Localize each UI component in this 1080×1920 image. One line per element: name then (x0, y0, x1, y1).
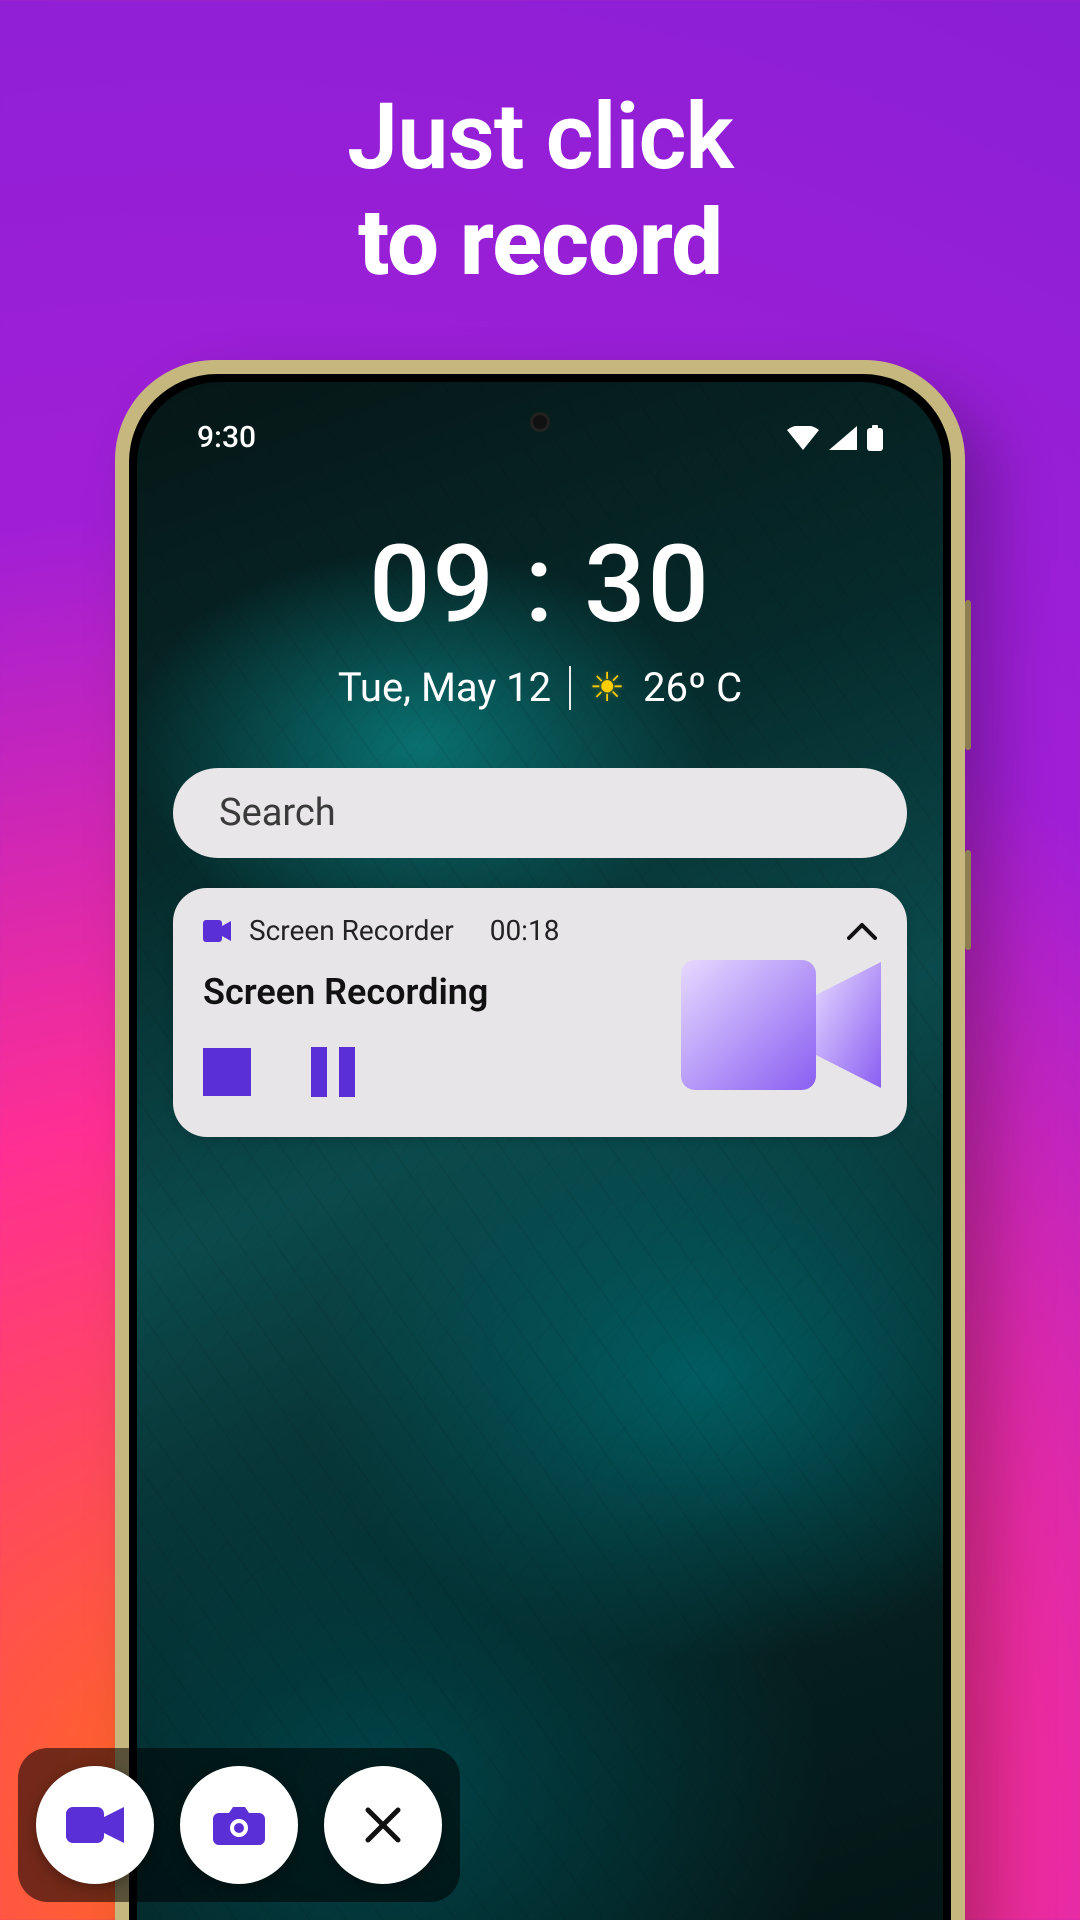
wifi-icon (787, 426, 819, 450)
promo-headline-line2: to record (0, 191, 1080, 297)
video-camera-icon (203, 920, 231, 942)
lockscreen-time: 09 : 30 (137, 522, 943, 648)
notification-app-name: Screen Recorder (249, 914, 454, 947)
screenshot-button[interactable] (180, 1766, 298, 1884)
notification-header: Screen Recorder 00:18 (203, 914, 877, 947)
phone-frame: 9:30 09 : 30 Tue, May 12 ☀ 26º C Search (115, 360, 965, 1920)
chevron-up-icon[interactable] (847, 922, 877, 940)
lockscreen-dateline: Tue, May 12 ☀ 26º C (137, 664, 943, 711)
signal-icon (829, 426, 857, 450)
pause-button[interactable] (311, 1047, 355, 1097)
camera-notch (530, 412, 550, 432)
stop-button[interactable] (203, 1048, 251, 1096)
battery-icon (867, 425, 883, 451)
search-bar[interactable]: Search (173, 768, 907, 858)
promo-headline-line1: Just click (0, 85, 1080, 191)
lockscreen-clock-block: 09 : 30 Tue, May 12 ☀ 26º C (137, 522, 943, 711)
record-video-button[interactable] (36, 1766, 154, 1884)
statusbar-time: 9:30 (197, 420, 256, 455)
phone-screen: 9:30 09 : 30 Tue, May 12 ☀ 26º C Search (137, 382, 943, 1920)
lockscreen-temperature: 26º C (643, 664, 742, 711)
statusbar-icons (787, 425, 883, 451)
promo-headline: Just click to record (0, 0, 1080, 297)
phone-side-button (965, 850, 971, 950)
floating-action-bar[interactable] (18, 1748, 460, 1902)
search-placeholder: Search (219, 791, 336, 835)
camera-icon (213, 1803, 265, 1847)
video-camera-icon (66, 1803, 124, 1847)
sun-icon: ☀ (589, 664, 625, 711)
close-icon (363, 1805, 403, 1845)
video-camera-large-icon (681, 950, 881, 1100)
notification-elapsed: 00:18 (490, 914, 560, 947)
lockscreen-date: Tue, May 12 (338, 664, 551, 711)
phone-side-button (965, 600, 971, 750)
dateline-divider (569, 666, 571, 710)
recording-notification[interactable]: Screen Recorder 00:18 Screen Recording (173, 888, 907, 1137)
close-button[interactable] (324, 1766, 442, 1884)
phone-bezel: 9:30 09 : 30 Tue, May 12 ☀ 26º C Search (129, 374, 951, 1920)
